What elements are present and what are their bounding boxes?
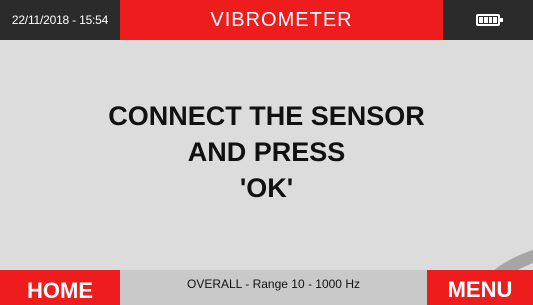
- page-title: VIBROMETER: [120, 0, 443, 40]
- instruction-line-3: 'OK': [239, 173, 294, 203]
- instruction-message: CONNECT THE SENSOR AND PRESS 'OK': [0, 98, 533, 206]
- battery-status: [443, 0, 533, 40]
- home-button[interactable]: HOME: [0, 270, 120, 305]
- datetime-label: 22/11/2018 - 15:54: [0, 0, 120, 40]
- top-bar: 22/11/2018 - 15:54 VIBROMETER: [0, 0, 533, 40]
- battery-full-icon: [476, 14, 503, 26]
- instruction-line-2: AND PRESS: [187, 137, 346, 167]
- vibrometer-screen: 22/11/2018 - 15:54 VIBROMETER CONNECT TH…: [0, 0, 533, 305]
- status-bar: OVERALL - Range 10 - 1000 Hz: [120, 270, 427, 305]
- menu-button-label: MENU: [447, 277, 513, 302]
- instruction-line-1: CONNECT THE SENSOR: [108, 101, 425, 131]
- bottom-bar: HOME OVERALL - Range 10 - 1000 Hz MENU: [0, 270, 533, 305]
- menu-button[interactable]: MENU: [427, 270, 533, 305]
- home-button-label: HOME: [27, 278, 93, 303]
